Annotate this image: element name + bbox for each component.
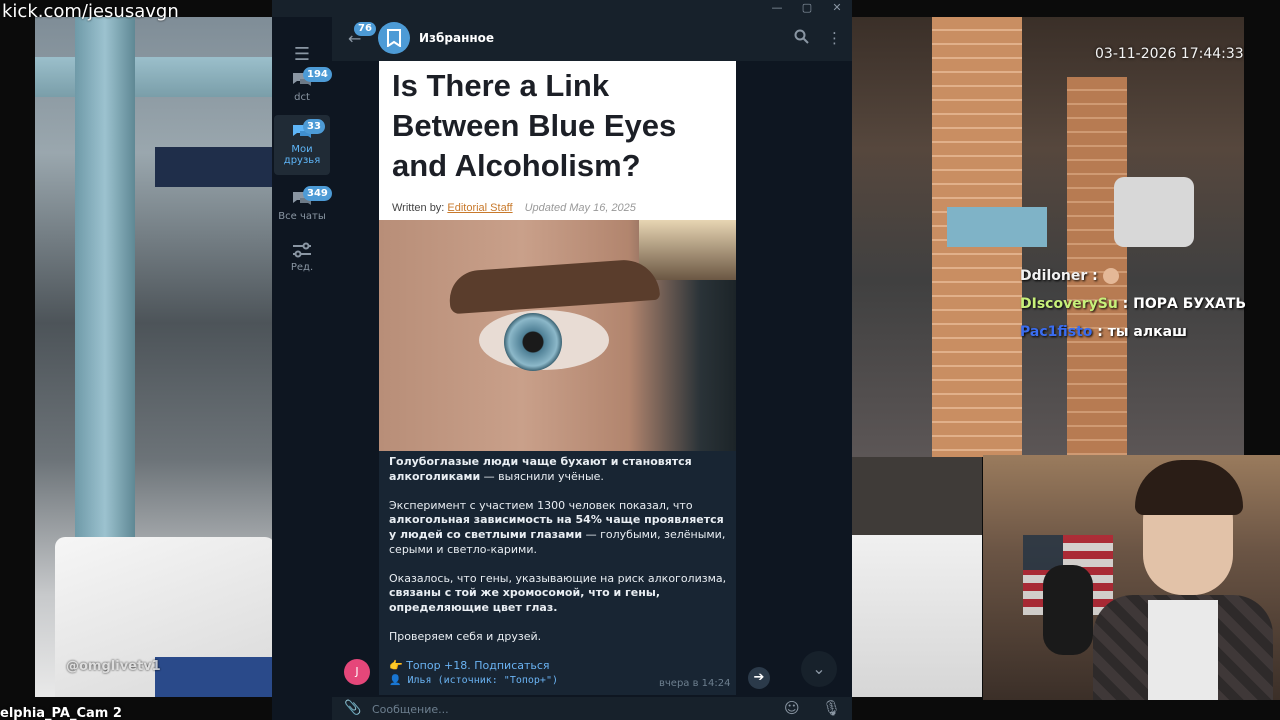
byline-prefix: Written by: [392,202,445,214]
sliders-icon [293,242,311,258]
hamburger-menu-icon[interactable]: ☰ [290,45,314,65]
camera-timestamp: 03-11-2026 17:44:33 [1095,46,1244,62]
chat-message: Pac1fisto : ты алкаш [1020,318,1246,346]
folder-sidebar: ☰ 194 dct 33 Мои друзья 349 Все чаты Ред… [272,17,332,720]
text-regular: Эксперимент с участием 1300 человек пока… [389,498,693,512]
title-bar: — ▢ ✕ [272,0,852,17]
chat-message: Ddiloner : [1020,262,1246,290]
scroll-down-icon[interactable]: ⌄ [801,651,837,687]
minimize-button[interactable]: — [762,0,792,17]
bookmark-icon [387,29,401,47]
search-icon[interactable] [794,29,809,48]
stream-layout: @omglivetv1 elphia_PA_Cam 2 kick.com/jes… [0,0,1280,720]
chat-title[interactable]: Избранное [419,31,494,45]
chat-separator: : [1092,324,1108,340]
streamer-webcam [983,455,1280,700]
message-area[interactable]: Is There a Link Between Blue Eyes and Al… [332,61,852,695]
microphone-icon[interactable]: 🎙 [822,699,841,717]
more-vertical-icon[interactable]: ⋮ [827,29,842,47]
message-text: Голубоглазые люди чаще бухают и становят… [389,455,734,689]
folder-label: Все чаты [278,211,326,222]
close-button[interactable]: ✕ [822,0,852,17]
text-bold: связаны с той же хромосомой, что и гены,… [389,586,660,614]
unread-badge: 194 [303,67,332,82]
message-composer-bar: 📎 ☺ 🎙 [332,697,852,720]
folder-all-chats[interactable]: 349 Все чаты [274,182,332,238]
text-regular: Проверяем себя и друзей. [389,630,542,644]
message-input[interactable] [372,700,772,718]
emoji-icon[interactable]: ☺ [784,699,800,717]
folder-edit[interactable]: Ред. [274,233,330,289]
byline-date: Updated May 16, 2025 [524,202,636,214]
chat-message: DIscoverySu : ПОРА БУХАТЬ [1020,290,1246,318]
attach-icon[interactable]: 📎 [344,700,361,716]
maximize-button[interactable]: ▢ [792,0,822,17]
folder-label: Мои друзья [283,144,321,166]
article-byline: Written by: Editorial Staff Updated May 16… [392,202,636,214]
text-regular: — выяснили учёные. [480,469,604,483]
article-title: Is There a Link Between Blue Eyes and Al… [392,68,677,183]
sender-avatar[interactable]: J [344,659,370,685]
unread-badge: 349 [303,186,332,201]
chat-text: ПОРА БУХАТЬ [1133,296,1247,312]
emote-icon [1102,268,1119,284]
kick-url: kick.com/jesusavgn [2,1,179,22]
message-time: вчера в 14:24 [659,678,731,689]
chat-username: Pac1fisto [1020,324,1093,340]
blue-eye-photo[interactable] [379,220,736,451]
chat-header: ← 76 Избранное ⋮ [332,17,852,61]
article-screenshot: Is There a Link Between Blue Eyes and Al… [379,61,736,220]
chat-separator: : [1117,296,1134,312]
stream-chat-overlay: Ddiloner : DIscoverySu : ПОРА БУХАТЬ Pac… [1020,262,1246,346]
chat-username: DIscoverySu [1020,296,1118,312]
saved-messages-avatar[interactable] [378,22,410,54]
left-street-camera-feed [35,17,275,697]
camera-caption: elphia_PA_Cam 2 [0,706,122,720]
forward-icon[interactable]: ➔ [748,667,770,689]
chat-separator: : [1087,268,1103,284]
chat-username: Ddiloner [1020,268,1088,284]
left-watermark: @omglivetv1 [66,659,161,674]
right-street-camera-feed [852,17,1244,457]
message-bubble[interactable]: Is There a Link Between Blue Eyes and Al… [379,61,736,695]
folder-dct[interactable]: 194 dct [274,63,332,119]
folder-my-friends[interactable]: 33 Мои друзья [274,115,330,175]
chat-text: ты алкаш [1107,324,1187,340]
camera-feed-bottom [852,535,982,697]
byline-author: Editorial Staff [447,202,513,214]
back-unread-badge: 76 [354,22,376,36]
unread-badge: 33 [303,119,325,134]
post-signature: 👤 Илья (источник: "Топор+") [389,675,558,686]
text-regular: Оказалось, что гены, указывающие на риск… [389,571,727,585]
folder-label: Ред. [290,262,314,273]
telegram-window: — ▢ ✕ ☰ 194 dct 33 Мои друзья 349 Все ча… [272,0,852,720]
folder-label: dct [294,92,310,103]
camera-strip [852,457,982,535]
subscribe-link[interactable]: 👉 Топор +18. Подписаться [389,659,550,672]
